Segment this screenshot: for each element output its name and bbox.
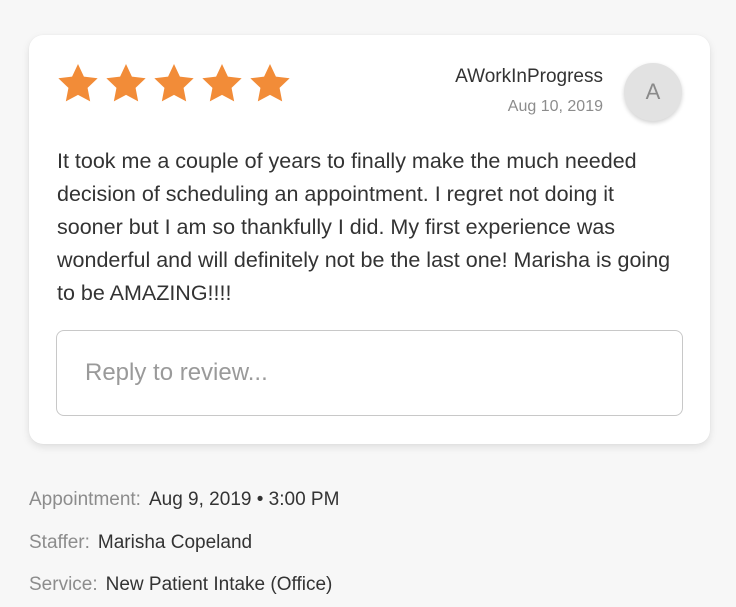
service-row: Service: New Patient Intake (Office)	[29, 564, 339, 607]
avatar[interactable]: A	[624, 63, 682, 121]
staffer-row: Staffer: Marisha Copeland	[29, 522, 339, 565]
star-icon	[58, 64, 98, 102]
star-icon	[154, 64, 194, 102]
reviewer-name: AWorkInProgress	[455, 66, 603, 87]
staffer-label: Staffer:	[29, 531, 90, 553]
appointment-details: Appointment: Aug 9, 2019 • 3:00 PM Staff…	[29, 479, 339, 607]
appointment-value: Aug 9, 2019 • 3:00 PM	[148, 489, 340, 511]
star-icon	[202, 64, 242, 102]
service-label: Service:	[29, 574, 98, 596]
star-icon	[250, 64, 290, 102]
appointment-label: Appointment:	[29, 489, 141, 511]
star-icon	[106, 64, 146, 102]
staffer-value: Marisha Copeland	[97, 531, 253, 553]
reviewer-info: AWorkInProgress Aug 10, 2019	[455, 65, 603, 117]
review-card: AWorkInProgress Aug 10, 2019 A It took m…	[29, 35, 710, 444]
reply-input[interactable]	[56, 330, 683, 416]
review-text: It took me a couple of years to finally …	[57, 149, 671, 305]
service-value: New Patient Intake (Office)	[105, 574, 333, 596]
review-date: Aug 10, 2019	[507, 98, 603, 115]
appointment-row: Appointment: Aug 9, 2019 • 3:00 PM	[29, 479, 339, 522]
star-rating	[57, 63, 291, 103]
